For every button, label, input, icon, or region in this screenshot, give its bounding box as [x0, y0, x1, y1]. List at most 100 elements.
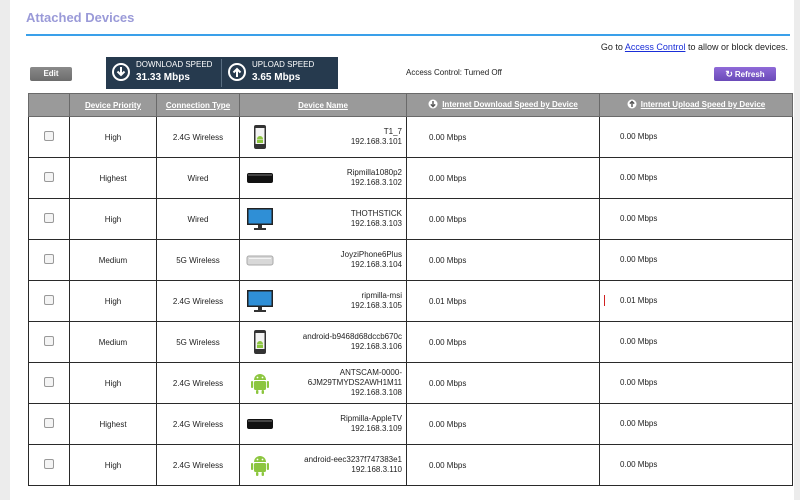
row-checkbox[interactable] — [44, 213, 54, 223]
apple-tv-icon — [246, 166, 274, 190]
header-device-priority[interactable]: Device Priority — [69, 93, 157, 117]
upload-speed-cell: 0.00 Mbps — [599, 321, 793, 363]
table-row: Highest Wired Ripmilla1080p2 192.168.3.102 0… — [28, 157, 793, 199]
devices-table: Device Priority Connection Type Device N… — [28, 93, 793, 486]
edit-button[interactable]: Edit — [30, 67, 72, 81]
speed-summary: DOWNLOAD SPEED 31.33 Mbps UPLOAD SPEED 3… — [106, 57, 338, 89]
device-upload-speed: 0.00 Mbps — [620, 378, 658, 387]
row-select-cell — [28, 157, 70, 199]
device-ip: 192.168.3.109 — [350, 424, 402, 433]
device-name-cell: ripmilla-msi 192.168.3.105 — [239, 280, 407, 322]
device-upload-speed: 0.00 Mbps — [620, 214, 658, 223]
device-download-speed: 0.00 Mbps — [429, 132, 467, 142]
attached-devices-panel: Attached Devices Go to Access Control to… — [10, 0, 794, 500]
device-name-cell: ANTSCAM-0000- 6JM29TMYDS2AWH1M11 192.168.3… — [239, 362, 407, 404]
upload-speed-cell: 0.00 Mbps — [599, 239, 793, 281]
device-priority: High — [69, 116, 157, 158]
table-row: Medium 5G Wireless JoyziPhone6Plus 192.168.… — [28, 239, 793, 281]
upload-speed: UPLOAD SPEED 3.65 Mbps — [222, 57, 338, 89]
upload-speed-cell: 0.01 Mbps — [599, 280, 793, 322]
table-row: High 2.4G Wireless ripmilla-msi 192.168.3.1… — [28, 280, 793, 322]
device-download-speed: 0.00 Mbps — [429, 460, 467, 470]
download-speed-cell: 0.00 Mbps — [406, 403, 600, 445]
device-name-line: T1_7 — [383, 127, 402, 136]
device-upload-speed: 0.01 Mbps — [620, 296, 658, 305]
row-select-cell — [28, 239, 70, 281]
connection-type: Wired — [156, 198, 240, 240]
download-speed-cell: 0.00 Mbps — [406, 444, 600, 486]
header-device-name[interactable]: Device Name — [239, 93, 407, 117]
header-upload-speed[interactable]: Internet Upload Speed by Device — [599, 93, 793, 117]
upload-speed-cell: 0.00 Mbps — [599, 403, 793, 445]
header-download-speed[interactable]: Internet Download Speed by Device — [406, 93, 600, 117]
device-upload-speed: 0.00 Mbps — [620, 132, 658, 141]
upload-speed-cell: 0.00 Mbps — [599, 444, 793, 486]
device-ip: 192.168.3.104 — [350, 260, 402, 269]
device-ip: 192.168.3.105 — [350, 301, 402, 310]
upload-speed-cell: 0.00 Mbps — [599, 157, 793, 199]
device-name-line: 6JM29TMYDS2AWH1M11 — [307, 378, 402, 387]
access-control-link[interactable]: Access Control — [625, 42, 686, 52]
table-header-row: Device Priority Connection Type Device N… — [28, 93, 793, 117]
device-ip: 192.168.3.102 — [350, 178, 402, 187]
row-select-cell — [28, 321, 70, 363]
table-row: High 2.4G Wireless android-eec3237f747383e… — [28, 444, 793, 486]
device-download-speed: 0.00 Mbps — [429, 214, 467, 224]
table-row: High 2.4G Wireless ANTSCAM-0000- 6JM29TMYDS… — [28, 362, 793, 404]
download-speed-cell: 0.00 Mbps — [406, 239, 600, 281]
apple-tv-icon — [246, 412, 274, 436]
device-ip: 192.168.3.103 — [350, 219, 402, 228]
refresh-button[interactable]: ↻ Refresh — [714, 67, 776, 81]
table-row: Highest 2.4G Wireless Ripmilla-AppleTV 192.… — [28, 403, 793, 445]
device-name-cell: THOTHSTICK 192.168.3.103 — [239, 198, 407, 240]
table-row: High 2.4G Wireless T1_7 192.168.3.101 0.00 M… — [28, 116, 793, 158]
device-name-line: ANTSCAM-0000- — [339, 368, 402, 377]
row-select-cell — [28, 403, 70, 445]
download-speed-cell: 0.00 Mbps — [406, 362, 600, 404]
connection-type: 2.4G Wireless — [156, 403, 240, 445]
row-checkbox[interactable] — [44, 336, 54, 346]
download-speed-cell: 0.00 Mbps — [406, 198, 600, 240]
hint-suffix: to allow or block devices. — [685, 42, 788, 52]
device-name-line: Ripmilla-AppleTV — [340, 414, 402, 423]
table-row: Medium 5G Wireless android-b9468d68dccb670… — [28, 321, 793, 363]
access-control-hint: Go to Access Control to allow or block d… — [601, 42, 788, 52]
device-priority: Highest — [69, 157, 157, 199]
row-checkbox[interactable] — [44, 377, 54, 387]
upload-speed-cell: 0.00 Mbps — [599, 362, 793, 404]
table-row: High Wired THOTHSTICK 192.168.3.103 0.00 Mbp… — [28, 198, 793, 240]
upload-speed-label: UPLOAD SPEED — [252, 60, 315, 69]
title-divider — [26, 34, 790, 36]
row-select-cell — [28, 280, 70, 322]
connection-type: Wired — [156, 157, 240, 199]
device-download-speed: 0.00 Mbps — [429, 378, 467, 388]
connection-type: 2.4G Wireless — [156, 280, 240, 322]
device-upload-speed: 0.00 Mbps — [620, 419, 658, 428]
device-name-cell: JoyziPhone6Plus 192.168.3.104 — [239, 239, 407, 281]
device-download-speed: 0.00 Mbps — [429, 255, 467, 265]
row-checkbox[interactable] — [44, 295, 54, 305]
device-download-speed: 0.00 Mbps — [429, 173, 467, 183]
download-speed-cell: 0.00 Mbps — [406, 157, 600, 199]
row-checkbox[interactable] — [44, 418, 54, 428]
device-name-cell: Ripmilla1080p2 192.168.3.102 — [239, 157, 407, 199]
refresh-label: Refresh — [734, 70, 765, 79]
device-name-line: JoyziPhone6Plus — [340, 250, 402, 259]
device-name-cell: Ripmilla-AppleTV 192.168.3.109 — [239, 403, 407, 445]
access-control-status: Access Control: Turned Off — [406, 68, 502, 77]
monitor-icon — [246, 207, 274, 231]
row-checkbox[interactable] — [44, 459, 54, 469]
device-rows: High 2.4G Wireless T1_7 192.168.3.101 0.00 M… — [28, 116, 793, 486]
row-checkbox[interactable] — [44, 254, 54, 264]
device-priority: High — [69, 280, 157, 322]
header-connection-type[interactable]: Connection Type — [156, 93, 240, 117]
android-robot-icon — [246, 371, 274, 395]
device-name-line: android-b9468d68dccb670c — [302, 332, 402, 341]
download-circle-icon — [428, 99, 438, 111]
connection-type: 2.4G Wireless — [156, 362, 240, 404]
device-name-line: ripmilla-msi — [361, 291, 402, 300]
android-phone-icon — [246, 330, 274, 354]
download-arrow-icon — [112, 63, 130, 81]
row-checkbox[interactable] — [44, 172, 54, 182]
row-checkbox[interactable] — [44, 131, 54, 141]
